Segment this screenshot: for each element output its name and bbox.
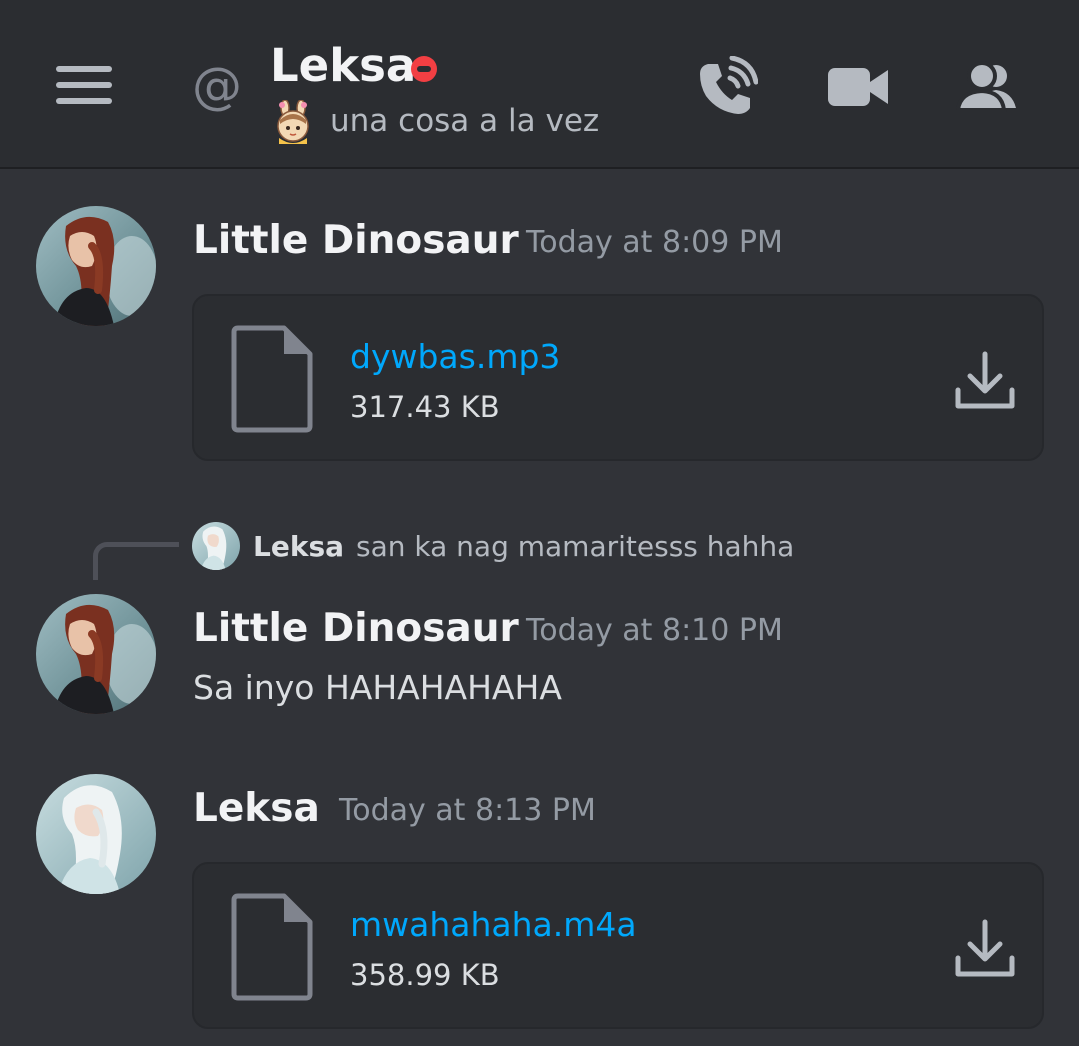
avatar[interactable] <box>36 206 156 326</box>
menu-icon[interactable] <box>56 66 112 104</box>
file-icon <box>231 893 313 1001</box>
attachment-file-name[interactable]: mwahahaha.m4a <box>350 902 637 948</box>
video-call-icon[interactable] <box>826 56 890 120</box>
voice-call-icon[interactable] <box>694 56 758 120</box>
channel-header: @ Leksa una cosa a la vez <box>0 0 1079 169</box>
dm-recipient-name[interactable]: Leksa <box>270 38 416 94</box>
download-icon[interactable] <box>954 350 1016 412</box>
do-not-disturb-icon <box>411 56 437 82</box>
bunny-girl-emoji <box>277 100 309 144</box>
message-timestamp: Today at 8:09 PM <box>526 225 783 260</box>
attachment-file-size: 358.99 KB <box>350 958 500 992</box>
custom-status-text: una cosa a la vez <box>330 103 600 139</box>
attachment-file-name[interactable]: dywbas.mp3 <box>350 334 560 380</box>
reply-avatar[interactable] <box>192 522 240 570</box>
attachment-file-size: 317.43 KB <box>350 390 500 424</box>
file-attachment: dywbas.mp3 317.43 KB <box>192 294 1044 461</box>
message-timestamp: Today at 8:10 PM <box>526 613 783 648</box>
message-author[interactable]: Leksa <box>193 784 320 834</box>
reply-preview-text[interactable]: san ka nag mamaritesss hahha <box>356 526 794 568</box>
avatar[interactable] <box>36 774 156 894</box>
reply-connector <box>93 542 179 580</box>
member-list-icon[interactable] <box>956 56 1020 120</box>
file-icon <box>231 325 313 433</box>
download-icon[interactable] <box>954 918 1016 980</box>
message-content: Sa inyo HAHAHAHAHA <box>193 668 562 707</box>
message-author[interactable]: Little Dinosaur <box>193 604 519 654</box>
at-icon: @ <box>192 57 242 115</box>
reply-author[interactable]: Leksa <box>253 526 344 568</box>
file-attachment: mwahahaha.m4a 358.99 KB <box>192 862 1044 1029</box>
message-author[interactable]: Little Dinosaur <box>193 216 519 266</box>
message-timestamp: Today at 8:13 PM <box>339 793 596 828</box>
avatar[interactable] <box>36 594 156 714</box>
